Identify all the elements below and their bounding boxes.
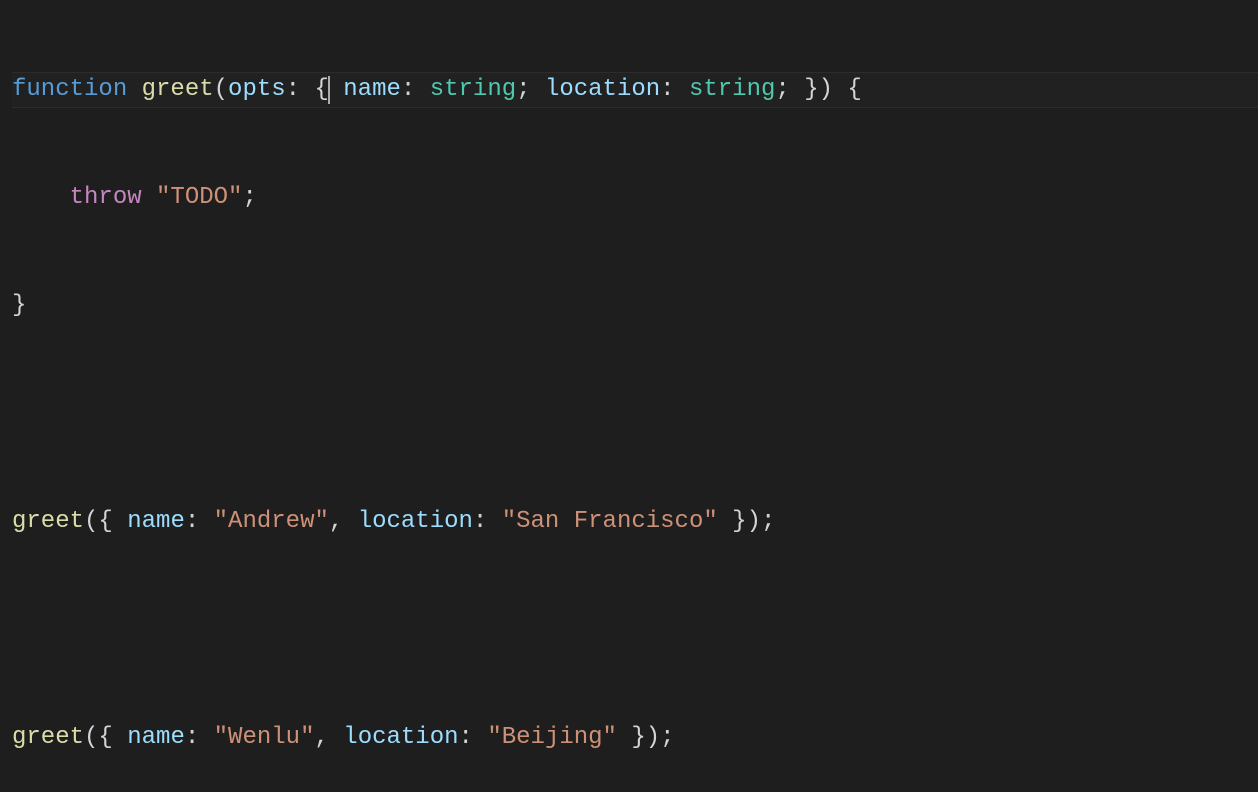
function-name: greet bbox=[142, 72, 214, 108]
code-line-7[interactable]: greet({ name: "Wenlu", location: "Beijin… bbox=[12, 720, 1258, 756]
close-paren: ) bbox=[819, 72, 833, 108]
open-brace: { bbox=[98, 504, 112, 540]
space bbox=[199, 504, 213, 540]
close-paren: ) bbox=[747, 504, 761, 540]
open-brace: { bbox=[314, 72, 328, 108]
close-brace: } bbox=[804, 72, 818, 108]
param-name: opts bbox=[228, 72, 286, 108]
string-literal: "San Francisco" bbox=[502, 504, 718, 540]
open-paren: ( bbox=[214, 72, 228, 108]
space bbox=[473, 720, 487, 756]
code-line-3[interactable]: } bbox=[12, 288, 1258, 324]
prop-name: name bbox=[127, 720, 185, 756]
comma: , bbox=[314, 720, 328, 756]
colon: : bbox=[185, 720, 199, 756]
space bbox=[113, 504, 127, 540]
prop-name: name bbox=[343, 72, 401, 108]
colon: : bbox=[473, 504, 487, 540]
space bbox=[487, 504, 501, 540]
space bbox=[675, 72, 689, 108]
indent bbox=[12, 180, 70, 216]
semicolon: ; bbox=[660, 720, 674, 756]
space bbox=[718, 504, 732, 540]
space bbox=[833, 72, 847, 108]
space bbox=[329, 72, 343, 108]
string-literal: "Andrew" bbox=[214, 504, 329, 540]
code-line-4[interactable] bbox=[12, 396, 1258, 432]
close-brace: } bbox=[12, 288, 26, 324]
semicolon: ; bbox=[242, 180, 256, 216]
space bbox=[415, 72, 429, 108]
open-paren: ( bbox=[84, 720, 98, 756]
semicolon: ; bbox=[775, 72, 789, 108]
function-call: greet bbox=[12, 720, 84, 756]
space bbox=[113, 720, 127, 756]
space bbox=[531, 72, 545, 108]
space bbox=[343, 504, 357, 540]
text-cursor bbox=[328, 76, 330, 104]
semicolon: ; bbox=[516, 72, 530, 108]
prop-name: location bbox=[343, 720, 458, 756]
colon: : bbox=[401, 72, 415, 108]
code-line-2[interactable]: throw "TODO"; bbox=[12, 180, 1258, 216]
code-line-1[interactable]: function greet(opts: { name: string; loc… bbox=[12, 72, 1258, 108]
space bbox=[329, 720, 343, 756]
string-literal: "TODO" bbox=[156, 180, 242, 216]
type-string: string bbox=[430, 72, 516, 108]
prop-name: location bbox=[358, 504, 473, 540]
close-brace: } bbox=[732, 504, 746, 540]
close-brace: } bbox=[631, 720, 645, 756]
space bbox=[127, 72, 141, 108]
colon: : bbox=[660, 72, 674, 108]
space bbox=[142, 180, 156, 216]
type-string: string bbox=[689, 72, 775, 108]
open-brace: { bbox=[847, 72, 861, 108]
semicolon: ; bbox=[761, 504, 775, 540]
space bbox=[300, 72, 314, 108]
code-line-5[interactable]: greet({ name: "Andrew", location: "San F… bbox=[12, 504, 1258, 540]
prop-name: name bbox=[127, 504, 185, 540]
code-editor[interactable]: function greet(opts: { name: string; loc… bbox=[12, 0, 1258, 792]
string-literal: "Wenlu" bbox=[214, 720, 315, 756]
string-literal: "Beijing" bbox=[487, 720, 617, 756]
open-paren: ( bbox=[84, 504, 98, 540]
comma: , bbox=[329, 504, 343, 540]
keyword-throw: throw bbox=[70, 180, 142, 216]
open-brace: { bbox=[98, 720, 112, 756]
close-paren: ) bbox=[646, 720, 660, 756]
code-line-6[interactable] bbox=[12, 612, 1258, 648]
colon: : bbox=[286, 72, 300, 108]
space bbox=[790, 72, 804, 108]
function-call: greet bbox=[12, 504, 84, 540]
space bbox=[617, 720, 631, 756]
colon: : bbox=[459, 720, 473, 756]
keyword-function: function bbox=[12, 72, 127, 108]
prop-name: location bbox=[545, 72, 660, 108]
space bbox=[199, 720, 213, 756]
colon: : bbox=[185, 504, 199, 540]
